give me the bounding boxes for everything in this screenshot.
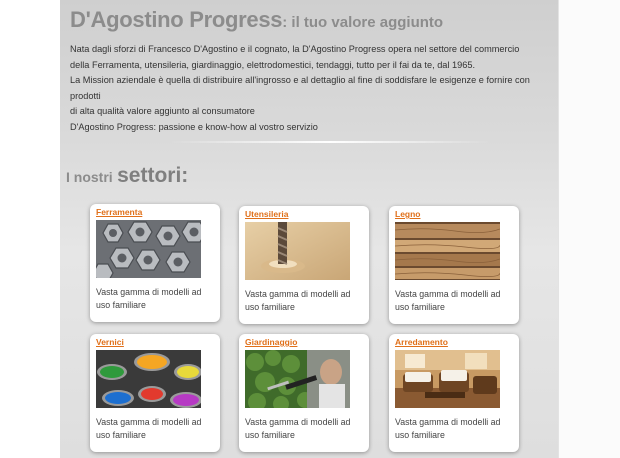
page-container: D'Agostino Progress: il tuo valore aggiu… [60, 0, 558, 458]
page-background-margin [558, 0, 620, 458]
section-heading-title: settori: [117, 164, 189, 187]
sector-description: Vasta gamma di modelli ad uso familiare [245, 289, 351, 312]
sector-description: Vasta gamma di modelli ad uso familiare [245, 417, 351, 440]
sector-description: Vasta gamma di modelli ad uso familiare [395, 289, 501, 312]
sector-card-legno[interactable]: Legno Vasta gamma di modelli ad uso fami… [389, 206, 519, 324]
sector-link-legno[interactable]: Legno [395, 209, 421, 219]
hex-nuts-photo-icon[interactable] [96, 220, 201, 278]
furniture-photo-icon[interactable] [395, 350, 500, 408]
sector-link-ferramenta[interactable]: Ferramenta [96, 207, 142, 217]
sector-link-vernici[interactable]: Vernici [96, 337, 124, 347]
sector-description: Vasta gamma di modelli ad uso familiare [96, 417, 202, 440]
sector-card-arredamento[interactable]: Arredamento Vasta gamma di modelli ad us… [389, 334, 519, 452]
page-header: D'Agostino Progress: il tuo valore aggiu… [70, 7, 443, 33]
wood-planks-photo-icon[interactable] [395, 222, 500, 280]
intro-line: La Mission aziendale è quella di distrib… [70, 75, 530, 101]
hedge-trimmer-photo-icon[interactable] [245, 350, 350, 408]
intro-line: di alta qualità valore aggiunto al consu… [70, 106, 255, 116]
sector-link-utensileria[interactable]: Utensileria [245, 209, 288, 219]
sector-link-arredamento[interactable]: Arredamento [395, 337, 448, 347]
sector-card-vernici[interactable]: Vernici Vasta gamma di modelli ad uso fa… [90, 334, 220, 452]
section-heading: I nostri settori: [66, 164, 188, 188]
sector-description: Vasta gamma di modelli ad uso familiare [395, 417, 501, 440]
page-subtitle: : il tuo valore aggiunto [282, 14, 444, 31]
sector-card-utensileria[interactable]: Utensileria Vasta gamma di modelli ad us… [239, 206, 369, 324]
divider [170, 141, 490, 143]
intro-line: Nata dagli sforzi di Francesco D'Agostin… [70, 44, 520, 54]
intro-line: D'Agostino Progress: passione e know-how… [70, 121, 318, 132]
sector-card-giardinaggio[interactable]: Giardinaggio Vasta gamma di modelli ad u… [239, 334, 369, 452]
sector-card-ferramenta[interactable]: Ferramenta Vasta gamma di modelli ad uso… [90, 204, 220, 322]
sector-link-giardinaggio[interactable]: Giardinaggio [245, 337, 297, 347]
drill-bit-photo-icon[interactable] [245, 222, 350, 280]
page-title: D'Agostino Progress [70, 7, 283, 32]
intro-text: Nata dagli sforzi di Francesco D'Agostin… [70, 42, 550, 135]
intro-line: della Ferramenta, utensileria, giardinag… [70, 59, 475, 70]
section-heading-prefix: I nostri [66, 169, 113, 185]
sector-description: Vasta gamma di modelli ad uso familiare [96, 287, 202, 310]
paint-cans-photo-icon[interactable] [96, 350, 201, 408]
